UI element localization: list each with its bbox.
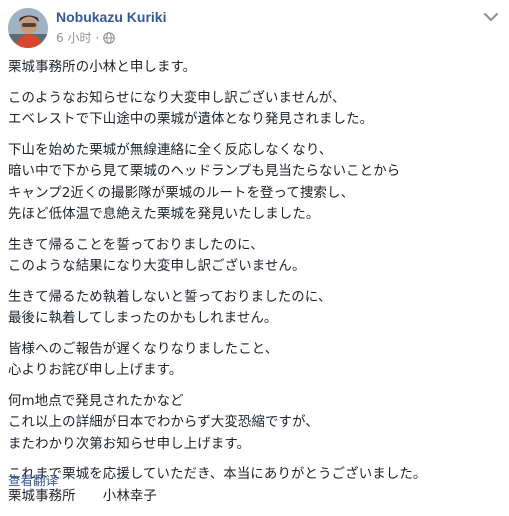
text-line: 皆様へのご報告が遅くなりなりましたこと、	[8, 341, 279, 357]
paragraph-7: 何m地点で発見されたかなど これ以上の詳細が日本でわからず大変恐縮ですが、 また…	[8, 391, 503, 456]
text-line: 最後に執着してしまったのかもしれません。	[8, 311, 278, 326]
text-line: キャンプ2近くの撮影隊が栗城のルートを登って捜索し、	[8, 185, 355, 201]
text-line: このような結果になり大変申し訳ございません。	[8, 259, 306, 274]
paragraph-8: これまで栗城を応援していただき、本当にありがとうございました。 栗城事務所 小林…	[8, 464, 503, 507]
text-line: これまで栗城を応援していただき、本当にありがとうございました。	[8, 467, 427, 482]
avatar-photo	[8, 8, 48, 48]
globe-icon[interactable]	[103, 31, 116, 44]
text-line: 生きて帰るため執着しないと誓っておりましたのに、	[8, 289, 332, 305]
text-line: 栗城事務所の小林と申します。	[8, 60, 197, 75]
paragraph-5: 生きて帰るため執着しないと誓っておりましたのに、 最後に執着してしまったのかもし…	[8, 287, 503, 330]
see-translation-link[interactable]: 查看翻译	[8, 470, 58, 489]
paragraph-2: このようなお知らせになり大変申し訳ございませんが、 エベレストで下山途中の栗城が…	[8, 88, 503, 131]
signature: 栗城事務所 小林幸子	[8, 488, 157, 504]
author-name-link[interactable]: Nobukazu Kuriki	[56, 9, 166, 25]
post-meta: 6 小时 ·	[56, 29, 116, 46]
text-line: 先ほど低体温で息絶えた栗城を発見いたしました。	[8, 207, 320, 222]
post-timestamp[interactable]: 6 小时	[56, 29, 91, 46]
text-line: 心よりお詫び申し上げます。	[8, 363, 183, 378]
paragraph-3: 下山を始めた栗城が無線連絡に全く反応しなくなり、 暗い中で下から見て栗城のヘッド…	[8, 140, 503, 226]
text-line: このようなお知らせになり大変申し訳ございませんが、	[8, 90, 346, 106]
meta-separator: ·	[95, 30, 100, 45]
text-line: またわかり次第お知らせ申し上げます。	[8, 436, 251, 452]
text-line: これ以上の詳細が日本でわからず大変恐縮ですが、	[8, 415, 319, 430]
text-line: 暗い中で下から見て栗城のヘッドランプも見当たらないことから	[8, 164, 401, 179]
text-line: 何m地点で発見されたかなど	[8, 393, 184, 409]
avatar[interactable]	[8, 8, 48, 48]
paragraph-1: 栗城事務所の小林と申します。	[8, 57, 503, 79]
paragraph-6: 皆様へのご報告が遅くなりなりましたこと、 心よりお詫び申し上げます。	[8, 339, 503, 382]
paragraph-4: 生きて帰ることを誓っておりましたのに、 このような結果になり大変申し訳ございませ…	[8, 235, 503, 278]
chevron-down-icon[interactable]	[481, 10, 501, 24]
post-body: 栗城事務所の小林と申します。 このようなお知らせになり大変申し訳ございませんが、…	[8, 57, 503, 516]
facebook-post: Nobukazu Kuriki 6 小时 · 栗城事務所の小林と申します。 この…	[0, 0, 509, 504]
text-line: エベレストで下山途中の栗城が遺体となり発見されました。	[8, 112, 374, 127]
text-line: 下山を始めた栗城が無線連絡に全く反応しなくなり、	[8, 142, 333, 158]
text-line: 生きて帰ることを誓っておりましたのに、	[8, 237, 264, 253]
